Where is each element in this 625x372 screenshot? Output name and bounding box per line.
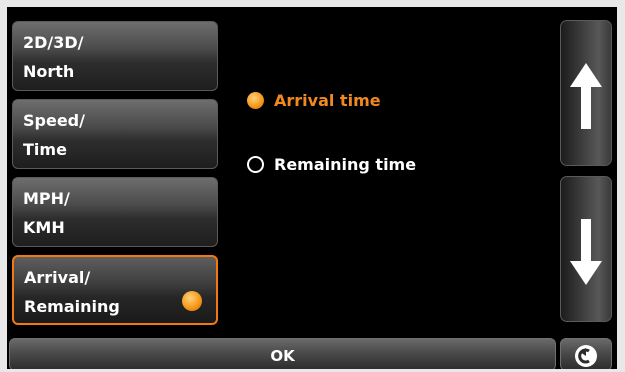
scroll-down-button[interactable] — [560, 176, 612, 322]
menu-item-speed-time[interactable]: Speed/ Time — [12, 99, 218, 169]
menu-item-line1: Arrival/ — [24, 268, 91, 287]
down-arrow-icon — [570, 219, 602, 285]
screen: 2D/3D/ North Speed/ Time MPH/ KMH Arriva… — [7, 7, 617, 369]
menu-item-line2: Time — [23, 140, 67, 159]
radio-unselected-icon[interactable] — [247, 156, 264, 173]
orange-dot-icon — [182, 291, 202, 311]
up-arrow-icon — [570, 63, 602, 129]
back-icon — [575, 345, 597, 367]
menu-item-line1: Speed/ — [23, 111, 85, 130]
menu-item-line1: MPH/ — [23, 189, 70, 208]
option-remaining-time[interactable]: Remaining time — [247, 155, 416, 174]
menu-item-line1: 2D/3D/ — [23, 33, 84, 52]
back-button[interactable] — [560, 338, 612, 369]
option-label: Remaining time — [274, 155, 417, 174]
option-arrival-time[interactable]: Arrival time — [247, 91, 381, 110]
ok-button[interactable]: OK — [9, 338, 556, 369]
option-label: Arrival time — [274, 91, 381, 110]
menu-item-mph-kmh[interactable]: MPH/ KMH — [12, 177, 218, 247]
radio-selected-icon[interactable] — [247, 92, 264, 109]
menu-item-arrival-remaining[interactable]: Arrival/ Remaining — [12, 255, 218, 325]
menu-item-line2: KMH — [23, 218, 65, 237]
menu-item-2d-3d-north[interactable]: 2D/3D/ North — [12, 21, 218, 91]
menu-item-line2: North — [23, 62, 75, 81]
scroll-up-button[interactable] — [560, 20, 612, 166]
